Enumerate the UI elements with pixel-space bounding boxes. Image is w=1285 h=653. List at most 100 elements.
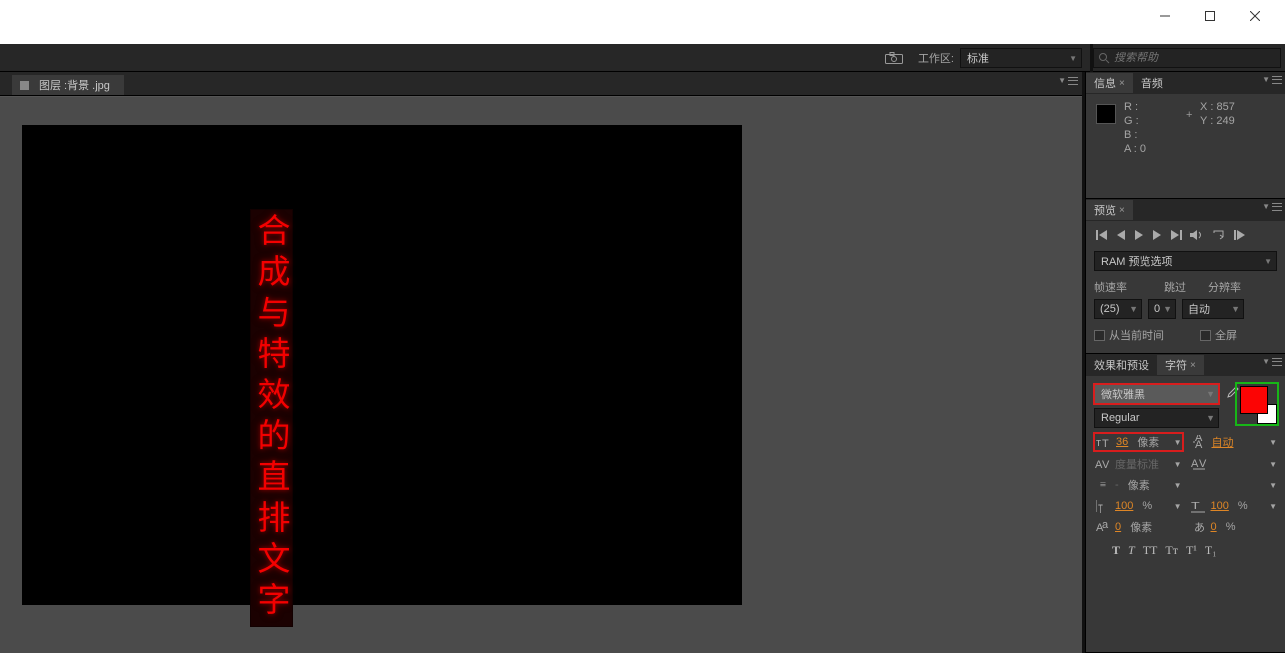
tab-info[interactable]: 信息× — [1086, 73, 1133, 93]
info-r: R : — [1124, 100, 1146, 114]
info-x: X : 857 — [1200, 100, 1235, 114]
close-icon[interactable]: × — [1190, 360, 1196, 371]
small-caps-button[interactable]: Tᴛ — [1165, 543, 1178, 558]
baseline-shift-field[interactable]: Aa 0 像素 — [1094, 519, 1182, 535]
transport-controls — [1094, 227, 1277, 251]
mute-button[interactable] — [1190, 229, 1204, 241]
tsume-icon: あ — [1190, 519, 1208, 535]
svg-text:V: V — [1199, 458, 1207, 470]
info-panel-menu[interactable]: ▼ — [1262, 75, 1282, 84]
vertical-scale-field[interactable]: T 100 % ▼ — [1094, 498, 1182, 514]
svg-text:A: A — [1195, 439, 1203, 449]
right-panels: 信息× 音频 ▼ R : G : B : A : 0 + X : 857 — [1085, 72, 1285, 653]
app-shell: 工作区: 标准 ▼ 图层 :背景 .jpg ▼ — [0, 44, 1285, 653]
snapshot-icon[interactable] — [882, 46, 906, 70]
font-family-dropdown[interactable]: 微软雅黑▼ — [1094, 384, 1219, 404]
vertical-scale-icon: T — [1094, 498, 1112, 514]
svg-text:あ: あ — [1194, 521, 1205, 533]
from-current-checkbox[interactable]: 从当前时间 — [1094, 327, 1164, 343]
canvas-wrap: 合成与特效的直排文字 — [0, 96, 1082, 653]
kerning-icon: AV — [1094, 456, 1112, 472]
all-caps-button[interactable]: TT — [1143, 543, 1158, 558]
workspace-label: 工作区: — [912, 50, 960, 66]
window-close[interactable] — [1232, 2, 1277, 30]
preview-panel: 预览× ▼ RAM 预览选项 — [1086, 199, 1285, 354]
svg-text:V: V — [1102, 459, 1110, 470]
fill-color-swatch[interactable] — [1240, 386, 1268, 414]
character-panel-menu[interactable]: ▼ — [1262, 357, 1282, 366]
info-a: A : 0 — [1124, 142, 1146, 156]
vertical-text-layer[interactable]: 合成与特效的直排文字 — [250, 209, 293, 627]
preview-panel-menu[interactable]: ▼ — [1262, 202, 1282, 211]
resolution-dropdown[interactable]: 自动▼ — [1182, 299, 1244, 319]
font-size-field[interactable]: тT 36 像素 ▼ — [1094, 433, 1183, 451]
tab-effects-presets[interactable]: 效果和预设 — [1086, 355, 1157, 375]
search-icon — [1098, 52, 1110, 64]
workspace-dropdown[interactable]: 标准 ▼ — [960, 48, 1082, 68]
tab-audio[interactable]: 音频 — [1133, 73, 1171, 93]
font-size-icon: тT — [1095, 434, 1113, 450]
faux-bold-button[interactable]: T — [1112, 543, 1120, 558]
info-b: B : — [1124, 128, 1146, 142]
close-icon[interactable]: × — [1119, 78, 1125, 89]
viewer-column: 图层 :背景 .jpg ▼ 合成与特效的直排文字 — [0, 72, 1082, 653]
layer-tab-label: 图层 :背景 .jpg — [39, 77, 110, 93]
chevron-down-icon: ▼ — [1069, 54, 1077, 63]
svg-text:a: a — [1102, 520, 1109, 531]
tracking-icon: AV — [1190, 456, 1208, 472]
ram-preview-button[interactable] — [1234, 229, 1246, 241]
character-panel: 效果和预设 字符× ▼ 微软雅黑▼ Regular▼ — [1086, 354, 1285, 653]
fullscreen-checkbox[interactable]: 全屏 — [1200, 327, 1237, 343]
tsume-field[interactable]: あ 0 % — [1190, 519, 1278, 535]
play-button[interactable] — [1134, 229, 1144, 241]
horizontal-scale-icon: T — [1190, 498, 1208, 514]
info-g: G : — [1124, 114, 1146, 128]
last-frame-button[interactable] — [1170, 229, 1182, 241]
ram-preview-options[interactable]: RAM 预览选项 ▼ — [1094, 251, 1277, 271]
stroke-style-field[interactable]: ▼ — [1190, 481, 1278, 490]
vertical-text-content: 合成与特效的直排文字 — [255, 213, 288, 623]
tab-preview[interactable]: 预览× — [1086, 200, 1133, 220]
first-frame-button[interactable] — [1096, 229, 1108, 241]
window-minimize[interactable] — [1142, 2, 1187, 30]
layer-tab[interactable]: 图层 :背景 .jpg — [12, 75, 124, 95]
tracking-field[interactable]: AV ▼ — [1190, 456, 1278, 472]
stroke-width-field[interactable]: ≡ - 像素 ▼ — [1094, 477, 1182, 493]
skip-dropdown[interactable]: 0▼ — [1148, 299, 1176, 319]
window-maximize[interactable] — [1187, 2, 1232, 30]
color-sample-swatch — [1096, 104, 1116, 124]
skip-label: 跳过 — [1164, 279, 1208, 295]
font-weight-dropdown[interactable]: Regular▼ — [1094, 408, 1219, 428]
baseline-shift-icon: Aa — [1094, 519, 1112, 535]
prev-frame-button[interactable] — [1116, 229, 1126, 241]
svg-text:T: T — [1098, 502, 1103, 513]
composition-canvas[interactable]: 合成与特效的直排文字 — [22, 125, 742, 605]
faux-italic-button[interactable]: T — [1128, 543, 1135, 558]
viewer-panel-menu[interactable]: ▼ — [1058, 76, 1078, 85]
top-bar: 工作区: 标准 ▼ — [0, 44, 1285, 72]
loop-button[interactable] — [1212, 229, 1226, 241]
frame-rate-dropdown[interactable]: (25)▼ — [1094, 299, 1142, 319]
svg-text:T: T — [1102, 438, 1109, 449]
next-frame-button[interactable] — [1152, 229, 1162, 241]
svg-text:A: A — [1191, 458, 1199, 470]
fill-stroke-swatches — [1237, 384, 1277, 424]
help-search-input[interactable] — [1114, 52, 1276, 64]
subscript-button[interactable]: T₁ — [1205, 543, 1217, 558]
kerning-field[interactable]: AV 度量标准 ▼ — [1094, 456, 1182, 472]
viewer-tabs: 图层 :背景 .jpg ▼ — [0, 72, 1082, 96]
horizontal-scale-field[interactable]: T 100 % ▼ — [1190, 498, 1278, 514]
frame-rate-label: 帧速率 — [1094, 279, 1164, 295]
layer-chip-icon — [20, 81, 29, 90]
tab-character[interactable]: 字符× — [1157, 355, 1204, 375]
svg-text:т: т — [1096, 437, 1101, 449]
leading-icon: AA — [1191, 434, 1209, 450]
workspace-value: 标准 — [967, 50, 989, 66]
svg-text:T: T — [1191, 500, 1200, 511]
help-search[interactable] — [1093, 48, 1281, 68]
stroke-width-icon: ≡ — [1094, 477, 1112, 493]
leading-field[interactable]: AA 自动 ▼ — [1191, 434, 1278, 450]
close-icon[interactable]: × — [1119, 205, 1125, 216]
chevron-down-icon: ▼ — [1264, 257, 1272, 266]
superscript-button[interactable]: T¹ — [1186, 543, 1197, 558]
